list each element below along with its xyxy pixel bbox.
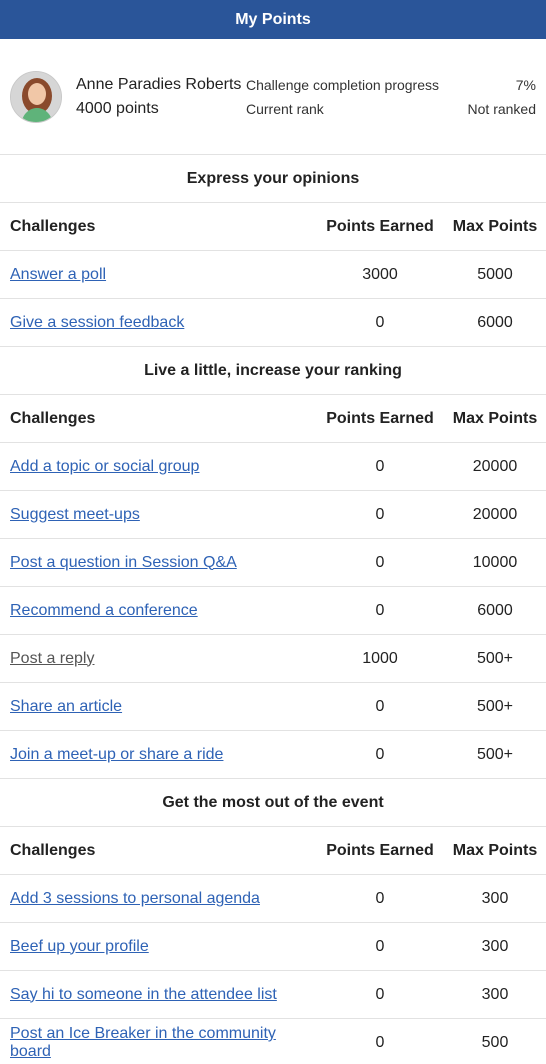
challenge-link[interactable]: Share an article <box>10 698 122 715</box>
challenge-link[interactable]: Beef up your profile <box>10 938 149 955</box>
challenge-link[interactable]: Add 3 sessions to personal agenda <box>10 890 260 907</box>
max-points: 300 <box>481 889 509 907</box>
section-title: Get the most out of the event <box>0 779 546 827</box>
table-row: Add a topic or social group 0 20000 <box>0 443 546 491</box>
table-row: Suggest meet-ups 0 20000 <box>0 491 546 539</box>
table-row: Beef up your profile 0 300 <box>0 923 546 971</box>
column-points-earned: Points Earned <box>326 841 434 859</box>
table-row: Join a meet-up or share a ride 0 500+ <box>0 731 546 779</box>
table-row: Say hi to someone in the attendee list 0… <box>0 971 546 1019</box>
table-row: Recommend a conference 0 6000 <box>0 587 546 635</box>
max-points: 500+ <box>476 745 514 763</box>
column-points-earned: Points Earned <box>326 409 434 427</box>
user-info: Anne Paradies Roberts 4000 points <box>76 76 246 118</box>
challenge-link[interactable]: Post a reply <box>10 650 94 667</box>
column-max-points: Max Points <box>452 217 538 235</box>
challenge-link[interactable]: Post a question in Session Q&A <box>10 554 237 571</box>
points-earned: 1000 <box>362 649 398 667</box>
challenge-link[interactable]: Join a meet-up or share a ride <box>10 746 223 763</box>
points-earned: 3000 <box>362 265 398 283</box>
max-points: 20000 <box>472 505 518 523</box>
max-points: 6000 <box>477 313 513 331</box>
max-points: 10000 <box>472 553 518 571</box>
points-earned: 0 <box>375 457 385 475</box>
table-row: Post a reply 1000 500+ <box>0 635 546 683</box>
points-earned: 0 <box>375 985 385 1003</box>
column-points-earned: Points Earned <box>326 217 434 235</box>
column-challenges: Challenges <box>10 841 96 859</box>
points-earned: 0 <box>375 697 385 715</box>
points-earned: 0 <box>375 889 385 907</box>
table-row: Post a question in Session Q&A 0 10000 <box>0 539 546 587</box>
stat-value: 7% <box>515 76 536 93</box>
section-title: Express your opinions <box>0 155 546 203</box>
max-points: 300 <box>481 985 509 1003</box>
table-row: Add 3 sessions to personal agenda 0 300 <box>0 875 546 923</box>
challenge-link[interactable]: Answer a poll <box>10 266 106 283</box>
points-earned: 0 <box>375 313 385 331</box>
column-challenges: Challenges <box>10 409 96 427</box>
challenge-link[interactable]: Post an Ice Breaker in the community boa… <box>10 1025 276 1060</box>
max-points: 20000 <box>472 457 518 475</box>
user-points: 4000 points <box>76 99 159 117</box>
max-points: 500+ <box>476 697 514 715</box>
profile-summary: Anne Paradies Roberts 4000 points Challe… <box>0 39 546 155</box>
challenge-link[interactable]: Suggest meet-ups <box>10 506 140 523</box>
column-max-points: Max Points <box>452 409 538 427</box>
page-title: My Points <box>235 10 311 28</box>
challenge-link[interactable]: Recommend a conference <box>10 602 198 619</box>
max-points: 6000 <box>477 601 513 619</box>
top-bar: My Points <box>0 0 546 39</box>
stat-value: Not ranked <box>467 100 536 117</box>
user-name: Anne Paradies Roberts <box>76 75 242 93</box>
max-points: 500+ <box>476 649 514 667</box>
stat-label: Challenge completion progress <box>246 76 439 93</box>
max-points: 5000 <box>477 265 513 283</box>
points-earned: 0 <box>375 601 385 619</box>
points-earned: 0 <box>375 745 385 763</box>
column-challenges: Challenges <box>10 217 96 235</box>
table-header: Challenges Points Earned Max Points <box>0 827 546 875</box>
table-row: Answer a poll 3000 5000 <box>0 251 546 299</box>
points-earned: 0 <box>375 937 385 955</box>
table-row: Give a session feedback 0 6000 <box>0 299 546 347</box>
points-earned: 0 <box>375 1034 385 1051</box>
table-header: Challenges Points Earned Max Points <box>0 395 546 443</box>
stat-label: Current rank <box>246 100 324 117</box>
column-max-points: Max Points <box>452 841 538 859</box>
points-earned: 0 <box>375 505 385 523</box>
section-title: Live a little, increase your ranking <box>0 347 546 395</box>
challenge-link[interactable]: Say hi to someone in the attendee list <box>10 986 277 1003</box>
points-earned: 0 <box>375 553 385 571</box>
avatar[interactable] <box>10 70 62 123</box>
stat-row: Current rank Not ranked <box>246 97 536 121</box>
table-row: Post an Ice Breaker in the community boa… <box>0 1019 546 1064</box>
max-points: 500 <box>481 1034 509 1051</box>
challenge-link[interactable]: Add a topic or social group <box>10 458 199 475</box>
user-avatar-icon <box>11 71 61 122</box>
max-points: 300 <box>481 937 509 955</box>
table-header: Challenges Points Earned Max Points <box>0 203 546 251</box>
user-stats: Challenge completion progress 7% Current… <box>246 73 536 121</box>
stat-row: Challenge completion progress 7% <box>246 73 536 97</box>
challenge-link[interactable]: Give a session feedback <box>10 314 184 331</box>
table-row: Share an article 0 500+ <box>0 683 546 731</box>
